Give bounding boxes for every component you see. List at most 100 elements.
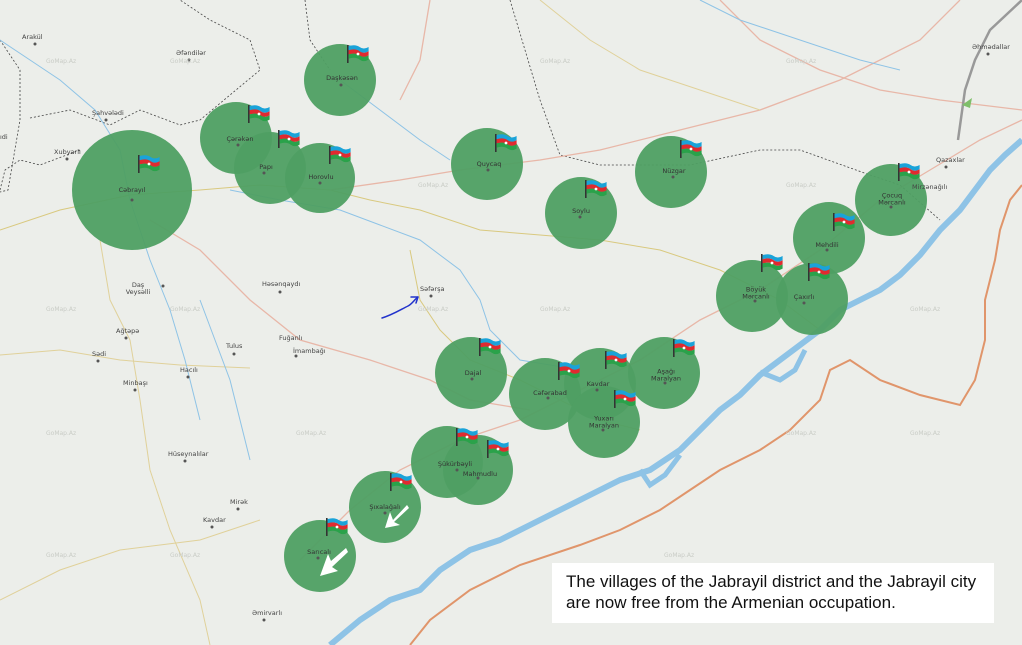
village-label-horovlu: Horovlu (308, 172, 334, 181)
watermark: GoMap.Az (46, 430, 77, 437)
place-dot (104, 118, 108, 122)
place-dot (278, 290, 282, 294)
azerbaijan-flag-icon (456, 428, 478, 446)
azerbaijan-flag-icon (605, 351, 627, 369)
azerbaijan-flag-icon (673, 339, 695, 357)
azerbaijan-flag-icon (898, 163, 920, 181)
village-label-mehdili: Mehdili (815, 240, 839, 249)
watermark: GoMap.Az (910, 306, 941, 313)
azerbaijan-flag-icon (347, 45, 369, 63)
village-label-saricali: Sarıcalı (307, 547, 331, 556)
place-label: Arakül (22, 33, 43, 41)
watermark: GoMap.Az (170, 306, 201, 313)
place-dot (186, 375, 190, 379)
village-dot (470, 377, 474, 381)
place-dot (429, 294, 433, 298)
village-dot (802, 301, 806, 305)
place-label: Minbaşı (123, 379, 148, 387)
place-label: Hacılı (180, 366, 198, 374)
village-dot (671, 175, 675, 179)
flags-layer (138, 45, 920, 576)
place-dot (986, 52, 990, 56)
place-label: Ağtəpə (116, 327, 140, 335)
village-dot (546, 396, 550, 400)
village-label-mahmudlu: Mahmudlu (462, 469, 498, 478)
place-dot (232, 352, 236, 356)
place-label: Əhmədallar (972, 43, 1010, 51)
place-label: ıdi (0, 133, 8, 141)
place-label: Səfərşa (420, 285, 445, 293)
village-label-quycaq: Quycaq (476, 159, 502, 168)
watermark: GoMap.Az (170, 58, 201, 65)
village-label-sixalagali: Şıxalağalı (369, 502, 401, 511)
azerbaijan-flag-icon (761, 254, 783, 272)
place-dot (294, 354, 298, 358)
place-label: Mirzənağılı (912, 183, 948, 191)
watermark: GoMap.Az (418, 182, 449, 189)
village-label-caxirli: Çaxırlı (793, 292, 815, 301)
village-label-soylu: Soylu (572, 206, 590, 215)
azerbaijan-flag-icon (390, 473, 412, 491)
watermark: GoMap.Az (786, 430, 817, 437)
azerbaijan-flag-icon (487, 440, 509, 458)
place-label: Əmirvarlı (252, 609, 283, 617)
place-label: İmambağı (293, 347, 326, 355)
azerbaijan-flag-icon (329, 146, 351, 164)
place-label: Kavdar (203, 516, 226, 524)
village-label-cereken: Çərəkən (226, 134, 254, 143)
village-dot (236, 143, 240, 147)
village-dot (316, 556, 320, 560)
azerbaijan-flag-icon (326, 518, 348, 536)
caption-box: The villages of the Jabrayil district an… (552, 563, 994, 623)
place-dot (236, 507, 240, 511)
village-dot (595, 388, 599, 392)
azerbaijan-flag-icon (248, 105, 270, 123)
place-dot (183, 459, 187, 463)
village-dot (455, 468, 459, 472)
village-label-sukurbeyli: Şükürbəyli (437, 459, 473, 468)
watermark: GoMap.Az (170, 552, 201, 559)
place-dot (210, 525, 214, 529)
place-label: Qazaxlar (936, 156, 965, 164)
village-dot (383, 511, 387, 515)
place-dot (133, 388, 137, 392)
village-dot (130, 198, 134, 202)
village-label-papi: Papı (259, 162, 273, 171)
watermark: GoMap.Az (786, 58, 817, 65)
village-dot (825, 248, 829, 252)
watermark: GoMap.Az (46, 58, 77, 65)
azerbaijan-flag-icon (558, 362, 580, 380)
azerbaijan-flag-icon (614, 390, 636, 408)
village-label-boyuk-mercanli: Böyük Mərcanlı (742, 285, 770, 300)
place-dot (33, 42, 37, 46)
place-dot (124, 336, 128, 340)
village-dot (578, 215, 582, 219)
place-label: Hüseynalılar (168, 450, 209, 458)
village-dot (262, 171, 266, 175)
village-dot (486, 168, 490, 172)
azerbaijan-flag-icon (495, 134, 517, 152)
watermark: GoMap.Az (418, 306, 449, 313)
watermark: GoMap.Az (540, 58, 571, 65)
place-label: Xubyarlı (54, 148, 81, 156)
place-dot (65, 157, 69, 161)
watermark: GoMap.Az (46, 306, 77, 313)
place-dot (96, 359, 100, 363)
place-label: Şahvələdi (92, 109, 124, 117)
azerbaijan-flag-icon (585, 180, 607, 198)
village-label-asagi-maralyan: Aşağı Maralyan (650, 367, 681, 382)
azerbaijan-flag-icon (479, 338, 501, 356)
village-dot (339, 83, 343, 87)
place-label: Mirək (230, 498, 248, 506)
map-view[interactable]: Cəbrayıl Daşkəsən Çərəkən Papı Horovlu Q… (0, 0, 1022, 645)
watermark: GoMap.Az (910, 430, 941, 437)
place-dot (161, 284, 165, 288)
azerbaijan-flag-icon (680, 140, 702, 158)
place-label: Tulus (226, 342, 243, 350)
watermark: GoMap.Az (296, 430, 327, 437)
place-dot (944, 165, 948, 169)
place-label: Əfəndilər (176, 49, 206, 57)
village-dot (318, 181, 322, 185)
watermark: GoMap.Az (786, 182, 817, 189)
watermark: GoMap.Az (540, 306, 571, 313)
